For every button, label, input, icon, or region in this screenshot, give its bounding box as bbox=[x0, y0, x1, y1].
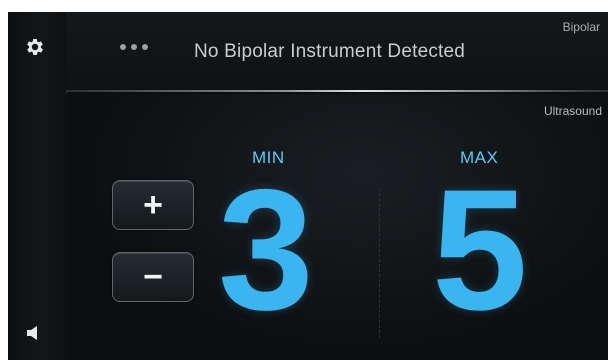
gear-icon[interactable] bbox=[24, 36, 46, 58]
ultrasound-panel: Ultrasound + − MIN 3 MAX 5 bbox=[66, 94, 608, 360]
minus-icon: − bbox=[143, 258, 163, 296]
speaker-icon[interactable] bbox=[26, 325, 42, 341]
left-sidebar bbox=[8, 12, 67, 360]
more-dots-icon[interactable] bbox=[120, 44, 148, 50]
top-bar: No Bipolar Instrument Detected Bipolar bbox=[66, 12, 608, 92]
bipolar-mode-label: Bipolar bbox=[562, 20, 600, 34]
min-value[interactable]: 3 bbox=[218, 164, 314, 336]
max-value[interactable]: 5 bbox=[432, 164, 528, 336]
status-title: No Bipolar Instrument Detected bbox=[194, 41, 466, 62]
decrease-button[interactable]: − bbox=[112, 252, 194, 302]
divider bbox=[66, 90, 608, 92]
plus-icon: + bbox=[143, 186, 163, 224]
increase-button[interactable]: + bbox=[112, 180, 194, 230]
min-max-separator bbox=[379, 188, 380, 338]
ultrasound-mode-label: Ultrasound bbox=[543, 104, 602, 118]
device-screen: No Bipolar Instrument Detected Bipolar U… bbox=[8, 12, 608, 360]
